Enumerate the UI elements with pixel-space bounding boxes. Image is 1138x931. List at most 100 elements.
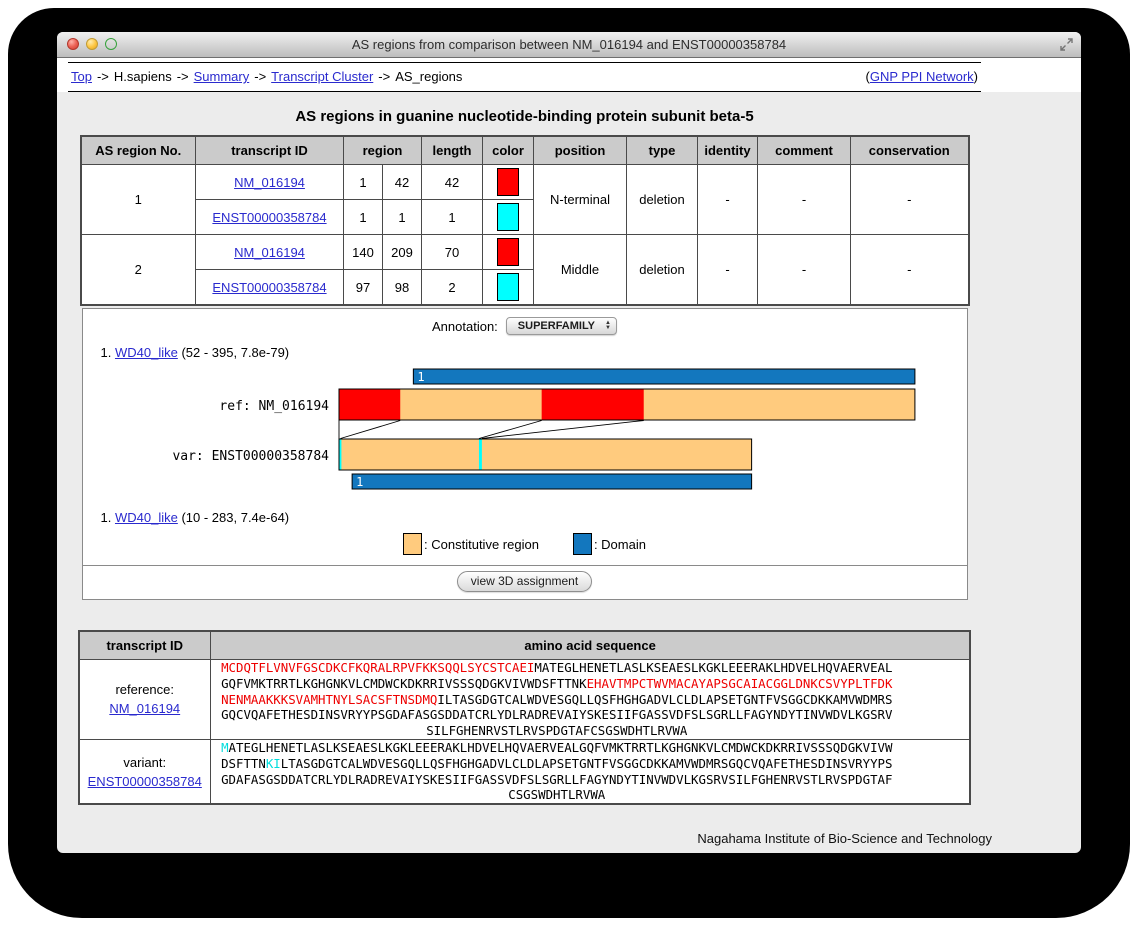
as-region-number: 1 xyxy=(81,165,196,235)
breadcrumb-separator: -> xyxy=(177,69,189,84)
note-detail: (10 - 283, 7.4e-64) xyxy=(181,510,289,525)
col-header-length: length xyxy=(422,136,483,165)
resize-arrows-icon[interactable] xyxy=(1059,37,1074,52)
diagram-legend: : Constitutive region : Domain xyxy=(83,533,967,555)
type-cell: deletion xyxy=(627,165,698,235)
color-swatch xyxy=(497,203,519,231)
col-header-identity: identity xyxy=(698,136,758,165)
breadcrumb-link-transcript-cluster[interactable]: Transcript Cluster xyxy=(271,69,373,84)
sequence-segment: M xyxy=(221,740,228,755)
ref-domain-bar xyxy=(413,369,915,384)
region-length: 42 xyxy=(422,165,483,200)
region-length: 70 xyxy=(422,235,483,270)
seq-col-header-transcript-id: transcript ID xyxy=(79,631,211,660)
color-cell xyxy=(483,235,534,270)
region-start: 97 xyxy=(344,270,383,306)
table-row: variant: ENST00000358784 MATEGLHENETLASL… xyxy=(79,739,971,804)
gnp-ppi-network: (GNP PPI Network) xyxy=(866,69,978,84)
constitutive-swatch xyxy=(403,533,422,555)
comment-cell: - xyxy=(758,165,851,235)
as-table-header-row: AS region No. transcript ID region lengt… xyxy=(81,136,969,165)
domain-diagram-panel: Annotation: SUPERFAMILY ▲▼ 1. WD40_like … xyxy=(82,308,968,600)
note-index: 1. xyxy=(101,510,112,525)
table-row: reference: NM_016194 MCDQTFLVNVFGSCDKCFK… xyxy=(79,660,971,740)
breadcrumb-separator: -> xyxy=(254,69,266,84)
region-end: 98 xyxy=(383,270,422,306)
breadcrumb-link-top[interactable]: Top xyxy=(71,69,92,84)
position-cell: Middle xyxy=(534,235,627,306)
var-protein-bar xyxy=(339,439,752,470)
comment-cell: - xyxy=(758,235,851,306)
col-header-type: type xyxy=(627,136,698,165)
gnp-ppi-network-link[interactable]: GNP PPI Network xyxy=(870,69,974,84)
breadcrumb: Top -> H.sapiens -> Summary -> Transcript Clus… xyxy=(68,62,981,92)
legend-constitutive: : Constitutive region xyxy=(403,533,539,555)
sequence-segment: LTASGDGTCALWDVESGQLLQSFHGHGADVLCLDLAPSET… xyxy=(221,756,892,803)
variant-sequence: MATEGLHENETLASLKSEAESLKGKLEEERAKLHDVELHQ… xyxy=(219,740,895,803)
footer-credit: Nagahama Institute of Bio-Science and Te… xyxy=(79,831,992,846)
select-stepper-icon: ▲▼ xyxy=(605,321,611,331)
col-header-comment: comment xyxy=(758,136,851,165)
transcript-cell: ENST00000358784 xyxy=(196,200,344,235)
region-end: 209 xyxy=(383,235,422,270)
ref-domain-label: 1 xyxy=(417,370,424,384)
close-button-icon[interactable] xyxy=(67,38,79,50)
reference-sequence-cell: MCDQTFLVNVFGSCDKCFKQRALRPVFKKSQQLSYCSTCA… xyxy=(210,660,970,740)
region-end: 1 xyxy=(383,200,422,235)
note-index: 1. xyxy=(101,345,112,360)
view-3d-assignment-button[interactable]: view 3D assignment xyxy=(457,571,592,592)
as-region-number: 2 xyxy=(81,235,196,306)
transcript-link[interactable]: ENST00000358784 xyxy=(88,774,202,789)
region-length: 2 xyxy=(422,270,483,306)
region-end: 42 xyxy=(383,165,422,200)
transcript-link[interactable]: NM_016194 xyxy=(234,175,305,190)
var-bar-label: var: ENST00000358784 xyxy=(172,449,329,464)
breadcrumb-path: Top -> H.sapiens -> Summary -> Transcript Clus… xyxy=(71,69,462,84)
transcript-link[interactable]: ENST00000358784 xyxy=(212,280,326,295)
browser-window: AS regions from comparison between NM_01… xyxy=(57,32,1081,853)
view-3d-row: view 3D assignment xyxy=(83,565,967,599)
legend-label: : Constitutive region xyxy=(424,537,539,552)
wd40-like-link[interactable]: WD40_like xyxy=(115,510,178,525)
transcript-link[interactable]: NM_016194 xyxy=(109,701,180,716)
sequence-segment: MCDQTFLVNVFGSCDKCFKQRALRPVFKKSQQLSYCSTCA… xyxy=(221,660,534,675)
color-swatch xyxy=(497,168,519,196)
window-title: AS regions from comparison between NM_01… xyxy=(57,37,1081,52)
type-cell: deletion xyxy=(627,235,698,306)
col-header-region: region xyxy=(344,136,422,165)
breadcrumb-link-summary[interactable]: Summary xyxy=(194,69,250,84)
role-label: reference: xyxy=(115,682,174,697)
page-title: AS regions in guanine nucleotide-binding… xyxy=(68,108,981,125)
legend-domain: : Domain xyxy=(573,533,646,555)
annotation-select-value: SUPERFAMILY xyxy=(518,320,595,332)
annotation-select[interactable]: SUPERFAMILY ▲▼ xyxy=(506,317,617,335)
title-bar: AS regions from comparison between NM_01… xyxy=(57,32,1081,58)
breadcrumb-item-as-regions: AS_regions xyxy=(395,69,462,84)
zoom-button-icon[interactable] xyxy=(105,38,117,50)
wd40-like-link[interactable]: WD40_like xyxy=(115,345,178,360)
identity-cell: - xyxy=(698,235,758,306)
seq-col-header-amino-acid-sequence: amino acid sequence xyxy=(210,631,970,660)
breadcrumb-separator: -> xyxy=(378,69,390,84)
variant-sequence-cell: MATEGLHENETLASLKSEAESLKGKLEEERAKLHDVELHQ… xyxy=(210,739,970,804)
identity-cell: - xyxy=(698,165,758,235)
color-swatch xyxy=(497,238,519,266)
color-cell xyxy=(483,165,534,200)
col-header-as-region-no: AS region No. xyxy=(81,136,196,165)
breadcrumb-item-species: H.sapiens xyxy=(114,69,172,84)
transcript-link[interactable]: NM_016194 xyxy=(234,245,305,260)
minimize-button-icon[interactable] xyxy=(86,38,98,50)
breadcrumb-band: Top -> H.sapiens -> Summary -> Transcript Clus… xyxy=(57,58,1081,92)
transcript-link[interactable]: ENST00000358784 xyxy=(212,210,326,225)
traffic-lights xyxy=(67,38,117,50)
sequence-segment: KI xyxy=(266,756,281,771)
paren-close: ) xyxy=(974,69,978,84)
position-cell: N-terminal xyxy=(534,165,627,235)
color-swatch xyxy=(497,273,519,301)
ref-as-region xyxy=(541,389,643,420)
domain-diagram-svg: 1ref: NM_016194var: ENST000003587841 xyxy=(83,364,967,492)
var-domain-label: 1 xyxy=(356,475,363,489)
var-domain-note: 1. WD40_like (10 - 283, 7.4e-64) xyxy=(101,510,967,525)
as-region-connector xyxy=(481,421,643,439)
table-row: 1 NM_016194 1 42 42 N-terminal deletion … xyxy=(81,165,969,200)
